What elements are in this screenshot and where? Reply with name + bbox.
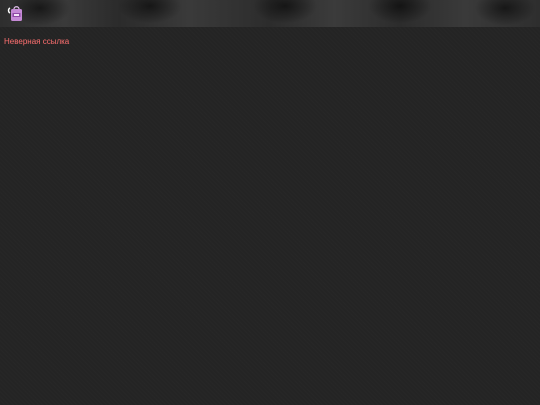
page: Неверная ссылка — [0, 0, 540, 405]
invalid-link-message: Неверная ссылка — [4, 37, 70, 46]
top-header-bar — [0, 0, 540, 27]
shopping-bag-logo-icon[interactable] — [6, 4, 24, 22]
